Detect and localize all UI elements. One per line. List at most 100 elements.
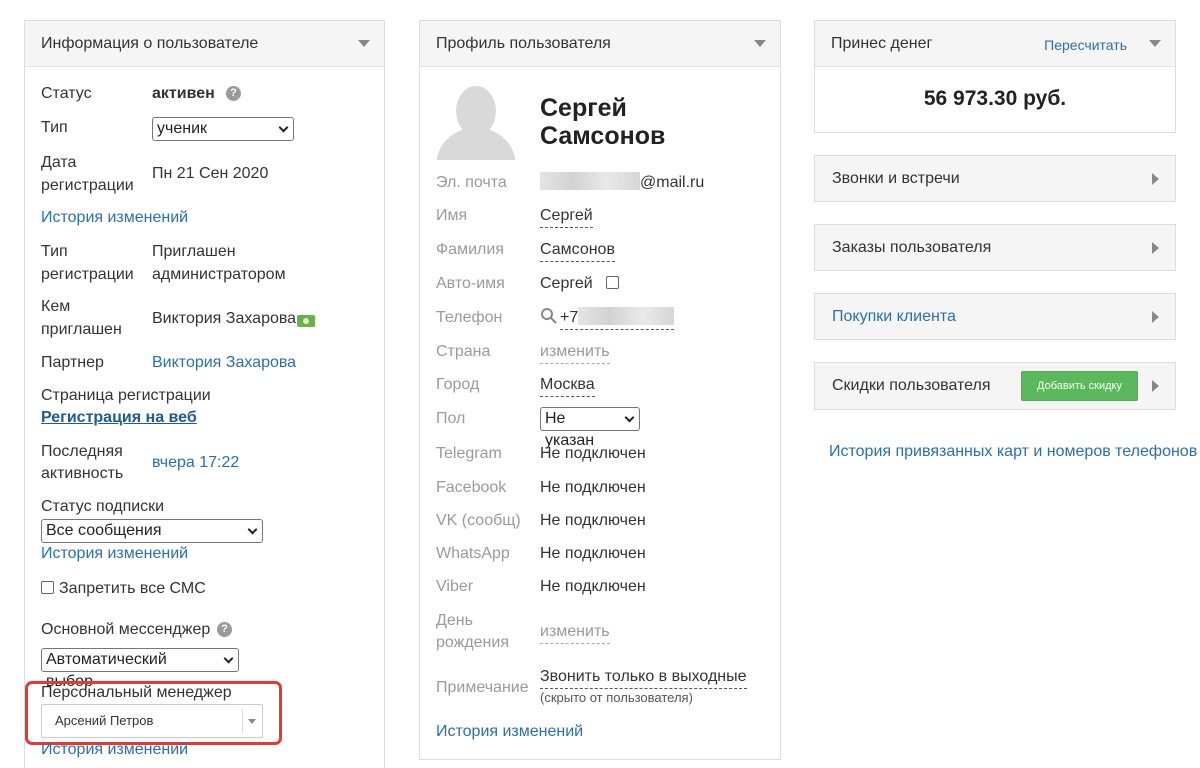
block-sms-checkbox[interactable] bbox=[41, 581, 54, 594]
subscription-label: Статус подписки bbox=[41, 498, 165, 515]
chevron-down-icon bbox=[223, 653, 234, 664]
reg-type-label-2: регистрации bbox=[41, 266, 134, 283]
chevron-down-icon bbox=[624, 412, 635, 423]
purchases-panel[interactable]: Покупки клиента bbox=[814, 293, 1176, 340]
subscription-select[interactable]: Все сообщения bbox=[41, 519, 263, 543]
city-label: Город bbox=[436, 376, 480, 393]
last-activity-value[interactable]: вчера 17:22 bbox=[152, 452, 239, 474]
invited-by-label: Кем bbox=[41, 298, 71, 315]
discounts-title: Скидки пользователя bbox=[832, 377, 991, 394]
note-value[interactable]: Звонить только в выходные bbox=[540, 666, 747, 689]
search-icon[interactable] bbox=[540, 307, 558, 325]
autoname-checkbox[interactable] bbox=[606, 276, 619, 289]
autoname-value: Сергей bbox=[540, 275, 593, 292]
purchases-title[interactable]: Покупки клиента bbox=[832, 308, 956, 326]
calls-panel[interactable]: Звонки и встречи bbox=[814, 155, 1176, 202]
history-link-1[interactable]: История изменений bbox=[41, 207, 188, 229]
surname-label: Фамилия bbox=[436, 241, 504, 258]
collapse-caret-icon[interactable] bbox=[358, 40, 370, 47]
expand-caret-icon[interactable] bbox=[1152, 172, 1159, 185]
country-label: Страна bbox=[436, 343, 491, 360]
manager-select[interactable]: Арсений Петров bbox=[41, 704, 263, 738]
vk-label: VK (сообщ) bbox=[436, 512, 521, 529]
partner-label: Партнер bbox=[41, 354, 104, 371]
name-value[interactable]: Сергей bbox=[540, 205, 593, 228]
surname-value[interactable]: Самсонов bbox=[540, 239, 615, 262]
history-link-3[interactable]: История изменений bbox=[41, 739, 188, 761]
recalc-link[interactable]: Пересчитать bbox=[1044, 34, 1127, 56]
city-value[interactable]: Москва bbox=[540, 374, 595, 397]
reg-date-label-2: регистрации bbox=[41, 177, 134, 194]
country-change-link[interactable]: изменить bbox=[540, 341, 610, 364]
expand-caret-icon[interactable] bbox=[1152, 380, 1159, 392]
profile-history-link[interactable]: История изменений bbox=[436, 721, 583, 743]
chevron-down-icon bbox=[247, 524, 258, 535]
orders-panel[interactable]: Заказы пользователя bbox=[814, 224, 1176, 271]
profile-last-name: Самсонов bbox=[540, 122, 666, 150]
manager-label: Персональный менеджер bbox=[41, 684, 232, 701]
type-select[interactable]: ученик bbox=[152, 117, 294, 141]
money-icon bbox=[297, 315, 315, 327]
money-header[interactable]: Принес денег Пересчитать bbox=[815, 21, 1175, 67]
gender-label: Пол bbox=[436, 410, 466, 427]
dropdown-arrow-icon bbox=[248, 719, 256, 724]
expand-caret-icon[interactable] bbox=[1152, 241, 1159, 254]
reg-type-label: Тип bbox=[41, 243, 68, 260]
last-activity-label: Последняя bbox=[41, 443, 123, 460]
autoname-label: Авто-имя bbox=[436, 275, 505, 292]
help-icon[interactable]: ? bbox=[226, 86, 241, 101]
manager-select-value: Арсений Петров bbox=[55, 713, 154, 728]
profile-header[interactable]: Профиль пользователя bbox=[420, 21, 780, 67]
select-separator bbox=[242, 709, 243, 733]
collapse-caret-icon[interactable] bbox=[1149, 40, 1161, 47]
phone-label: Телефон bbox=[436, 309, 503, 326]
reg-type-value-2: администратором bbox=[152, 266, 286, 283]
partner-link[interactable]: Виктория Захарова bbox=[152, 352, 296, 374]
money-title: Принес денег bbox=[831, 34, 933, 52]
history-link-2[interactable]: История изменений bbox=[41, 543, 188, 565]
type-label: Тип bbox=[41, 119, 68, 136]
messenger-select[interactable]: Автоматический выбор bbox=[41, 648, 239, 690]
money-amount: 56 973.30 руб. bbox=[923, 87, 1067, 110]
last-activity-label-2: активность bbox=[41, 465, 124, 482]
messenger-label: Основной мессенджер bbox=[41, 621, 211, 638]
phone-redacted bbox=[578, 307, 675, 325]
telegram-label: Telegram bbox=[436, 445, 502, 462]
facebook-label: Facebook bbox=[436, 479, 507, 496]
email-label: Эл. почта bbox=[436, 174, 507, 191]
add-discount-button[interactable]: Добавить скидку bbox=[1021, 371, 1138, 401]
note-label: Примечание bbox=[436, 679, 529, 696]
phone-value[interactable]: +7 bbox=[560, 307, 675, 330]
reg-page-label: Страница регистрации bbox=[41, 387, 211, 404]
cards-history-link[interactable]: История привязанных карт и номеров телеф… bbox=[829, 441, 1197, 463]
expand-caret-icon[interactable] bbox=[1152, 310, 1159, 323]
email-redacted bbox=[540, 172, 640, 190]
calls-title: Звонки и встречи bbox=[832, 170, 960, 187]
reg-date-label: Дата bbox=[41, 154, 77, 171]
help-icon[interactable]: ? bbox=[217, 622, 232, 637]
chevron-down-icon bbox=[278, 122, 289, 133]
whatsapp-value: Не подключен bbox=[540, 545, 646, 562]
collapse-caret-icon[interactable] bbox=[754, 40, 766, 47]
gender-select[interactable]: Не указан bbox=[540, 407, 640, 449]
user-info-header[interactable]: Информация о пользователе bbox=[25, 21, 384, 67]
facebook-value: Не подключен bbox=[540, 479, 646, 496]
name-label: Имя bbox=[436, 207, 468, 224]
email-suffix: @mail.ru bbox=[640, 174, 705, 191]
birthday-change-link[interactable]: изменить bbox=[540, 621, 610, 644]
vk-value: Не подключен bbox=[540, 512, 646, 529]
user-info-title: Информация о пользователе bbox=[41, 34, 259, 52]
block-sms-label: Запретить все СМС bbox=[59, 580, 206, 597]
birthday-label: День bbox=[436, 612, 473, 629]
viber-label: Viber bbox=[436, 578, 474, 595]
money-panel: Принес денег Пересчитать 56 973.30 руб. bbox=[814, 20, 1176, 133]
phone-prefix: +7 bbox=[560, 309, 579, 326]
invited-by-label-2: приглашен bbox=[41, 321, 122, 338]
profile-first-name: Сергей bbox=[540, 94, 627, 122]
telegram-value: Не подключен bbox=[540, 445, 646, 462]
reg-page-link[interactable]: Регистрация на веб bbox=[41, 407, 197, 429]
invited-by-value: Виктория Захарова bbox=[152, 310, 297, 327]
viber-value: Не подключен bbox=[540, 578, 646, 595]
status-label: Статус bbox=[41, 85, 92, 102]
reg-date-value: Пн 21 Сен 2020 bbox=[152, 165, 269, 182]
